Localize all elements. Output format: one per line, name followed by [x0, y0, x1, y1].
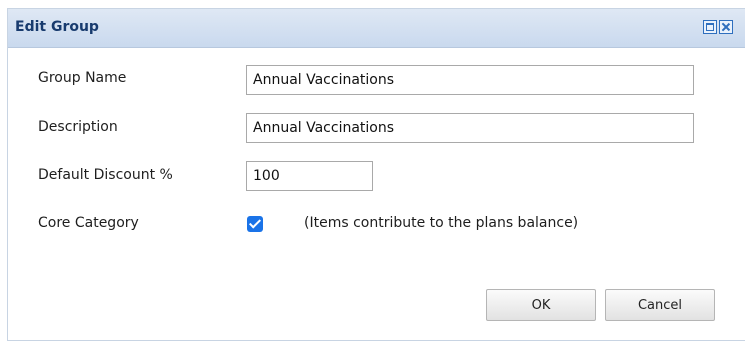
core-category-label: Core Category [38, 215, 139, 231]
group-name-label: Group Name [38, 70, 127, 86]
description-label: Description [38, 119, 118, 135]
edit-group-dialog: Edit Group Group Name Description Defaul… [7, 8, 745, 341]
ok-button[interactable]: OK [486, 289, 596, 321]
cancel-button[interactable]: Cancel [605, 289, 715, 321]
dialog-titlebar[interactable]: Edit Group [8, 9, 745, 48]
close-icon[interactable] [719, 20, 733, 34]
default-discount-label: Default Discount % [38, 167, 173, 183]
core-category-checkbox[interactable] [247, 216, 263, 232]
default-discount-input[interactable] [246, 161, 373, 191]
dialog-title: Edit Group [15, 19, 99, 35]
description-input[interactable] [246, 113, 694, 143]
group-name-input[interactable] [246, 65, 694, 95]
maximize-icon[interactable] [703, 20, 717, 34]
core-category-hint: (Items contribute to the plans balance) [304, 215, 579, 231]
